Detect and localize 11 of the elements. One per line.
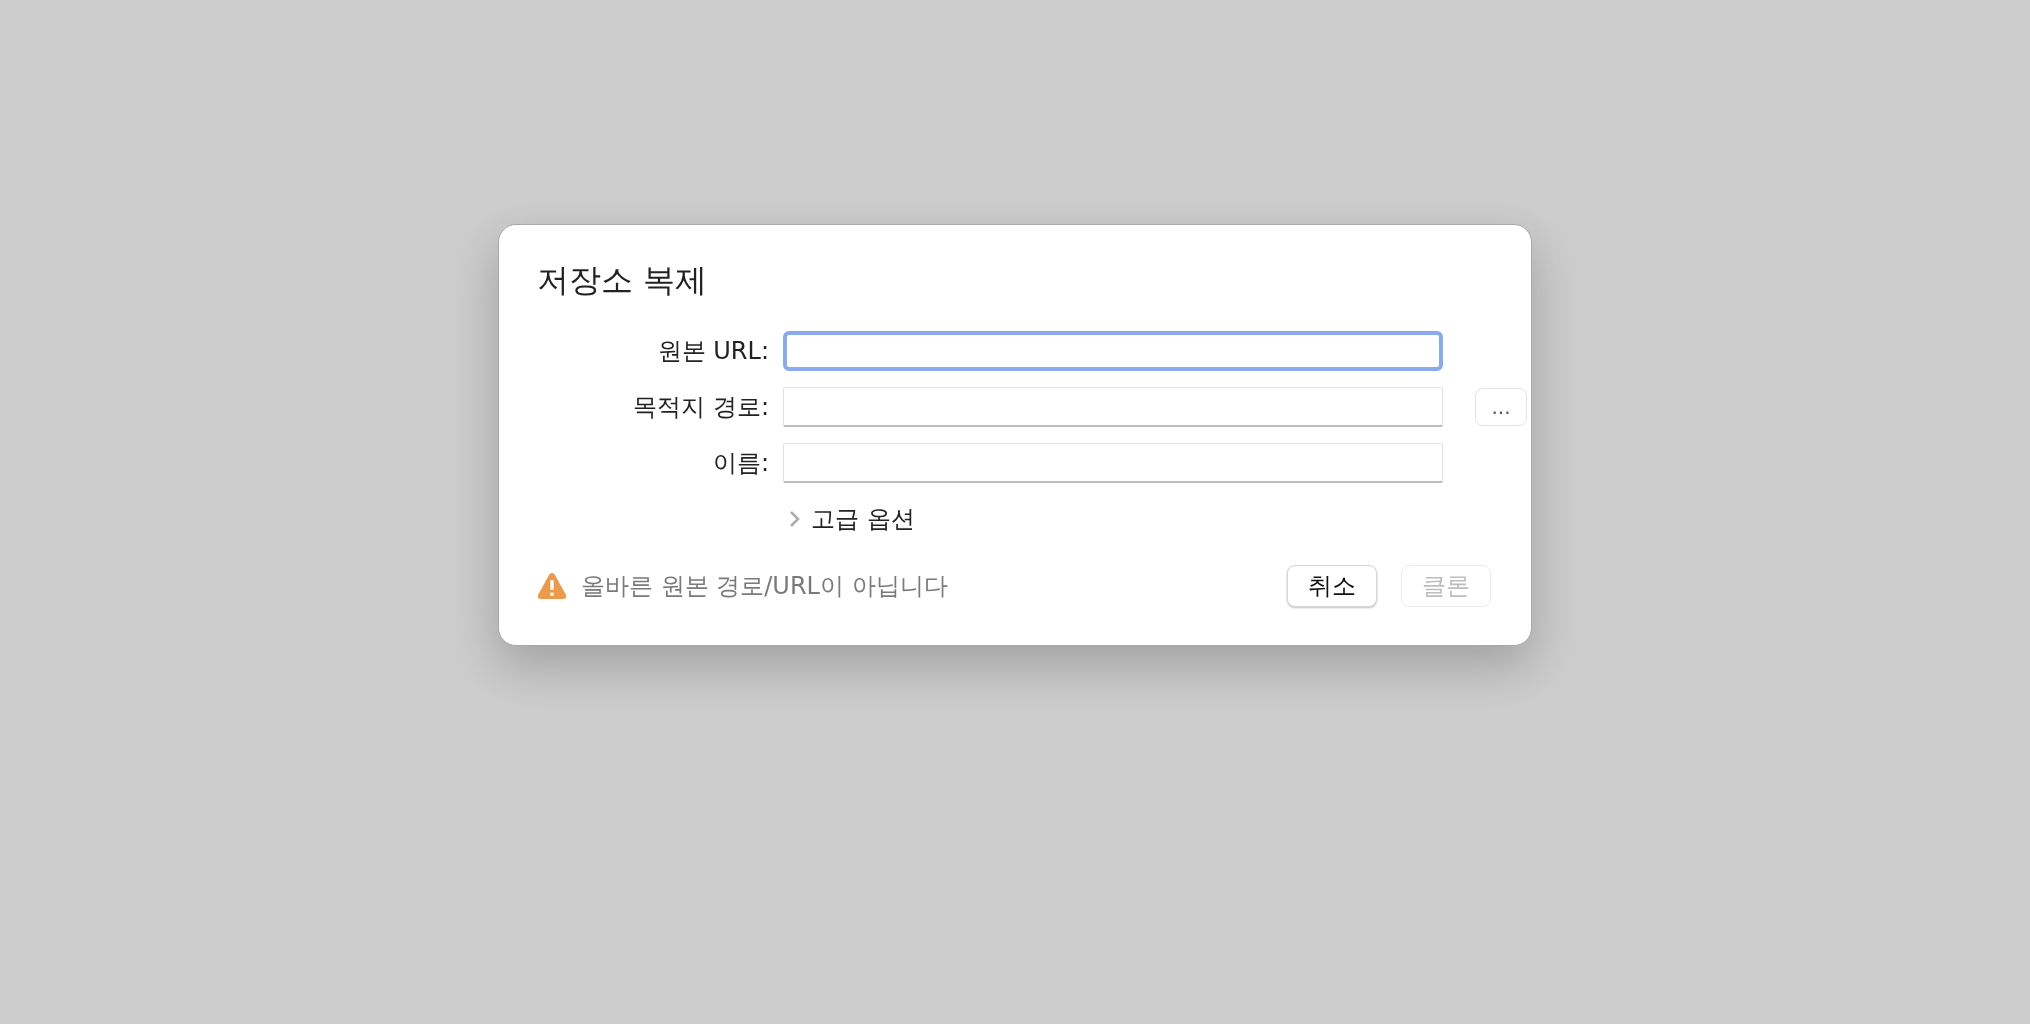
field-label: 이름: bbox=[711, 448, 769, 479]
dialog-title: 저장소 복제 bbox=[537, 260, 709, 301]
chevron-icon bbox=[789, 510, 801, 528]
browse-button[interactable]: ... bbox=[1475, 388, 1527, 426]
warning-icon bbox=[537, 572, 567, 600]
text-field[interactable] bbox=[783, 331, 1443, 371]
field-label: 원본 URL: bbox=[656, 336, 769, 367]
advanced-options-toggle[interactable]: 고급 옵션 bbox=[783, 503, 915, 535]
warning-message: 올바른 원본 경로/URL이 아닙니다 bbox=[581, 571, 949, 602]
field-label: 목적지 경로: bbox=[632, 392, 769, 423]
dialog-button[interactable]: 취소 bbox=[1287, 565, 1377, 607]
